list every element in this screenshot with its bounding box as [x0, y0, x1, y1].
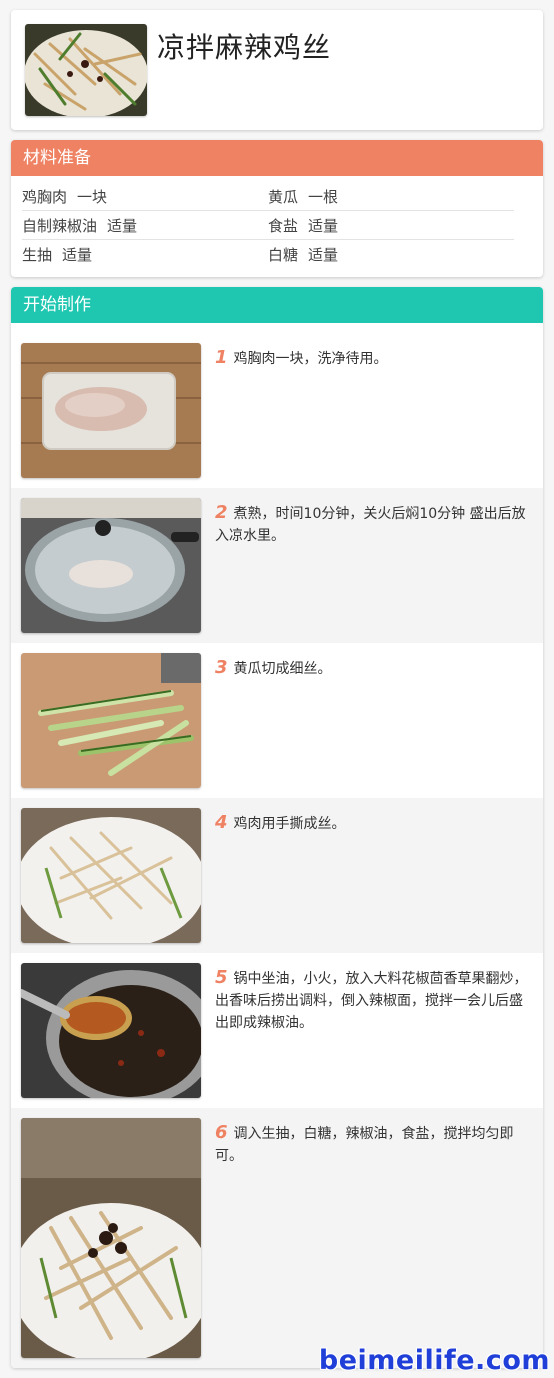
ingredient-amount: 适量 [107, 217, 138, 235]
chicken-breast-photo[interactable] [21, 343, 201, 478]
ingredient-item: 黄瓜 一根 [268, 184, 514, 213]
step-description: 鸡胸肉一块，洗净待用。 [233, 351, 388, 367]
ingredient-name: 鸡胸肉 [22, 188, 68, 206]
ingredient-item: 生抽 适量 [22, 242, 268, 271]
finished-dish-photo[interactable] [21, 1118, 201, 1358]
step-item: 1 鸡胸肉一块，洗净待用。 [11, 333, 543, 488]
ingredient-item: 鸡胸肉 一块 [22, 184, 278, 213]
ingredient-amount: 一块 [77, 188, 108, 206]
step-item: 2 煮熟，时间10分钟，关火后焖10分钟 盛出后放入凉水里。 [11, 488, 543, 643]
step-number: 5 [215, 967, 228, 988]
step-item: 6 调入生抽，白糖，辣椒油，食盐，搅拌均匀即可。 [11, 1108, 543, 1368]
step-item: 3 黄瓜切成细丝。 [11, 643, 543, 798]
step-text: 2 煮熟，时间10分钟，关火后焖10分钟 盛出后放入凉水里。 [215, 502, 529, 547]
ingredient-amount: 适量 [308, 217, 339, 235]
step-text: 6 调入生抽，白糖，辣椒油，食盐，搅拌均匀即可。 [215, 1122, 529, 1167]
step-description: 黄瓜切成细丝。 [233, 661, 332, 677]
chili-oil-photo[interactable] [21, 963, 201, 1098]
cucumber-photo[interactable] [21, 653, 201, 788]
step-description: 鸡肉用手撕成丝。 [233, 816, 346, 832]
ingredients-list: 鸡胸肉 一块 黄瓜 一根 自制辣椒油 适量 食盐 适量 生抽 适量 白糖 适量 [11, 176, 543, 271]
ingredients-card: 材料准备 鸡胸肉 一块 黄瓜 一根 自制辣椒油 适量 食盐 适量 生抽 适量 白糖 适量 [11, 140, 543, 277]
step-number: 3 [215, 657, 228, 678]
step-text: 4 鸡肉用手撕成丝。 [215, 812, 529, 835]
step-text: 3 黄瓜切成细丝。 [215, 657, 529, 680]
ingredient-name: 生抽 [22, 246, 53, 264]
steps-heading: 开始制作 [11, 287, 543, 323]
ingredient-item: 白糖 适量 [268, 242, 514, 271]
step-description: 煮熟，时间10分钟，关火后焖10分钟 盛出后放入凉水里。 [215, 506, 526, 544]
ingredients-heading: 材料准备 [11, 140, 543, 176]
step-description: 调入生抽，白糖，辣椒油，食盐，搅拌均匀即可。 [215, 1126, 514, 1164]
ingredient-amount: 适量 [308, 246, 339, 264]
ingredients-row: 生抽 适量 白糖 适量 [22, 242, 532, 271]
ingredients-row: 自制辣椒油 适量 食盐 适量 [22, 213, 532, 242]
step-item: 4 鸡肉用手撕成丝。 [11, 798, 543, 953]
recipe-header-card: 凉拌麻辣鸡丝 [11, 10, 543, 130]
step-number: 2 [215, 502, 228, 523]
step-text: 1 鸡胸肉一块，洗净待用。 [215, 347, 529, 370]
step-item: 5 锅中坐油，小火，放入大料花椒茴香草果翻炒，出香味后捞出调料，倒入辣椒面，搅拌一… [11, 953, 543, 1108]
steps-card: 开始制作 1 鸡胸肉一块，洗净待用。 2 煮熟，时间10分钟，关火后焖10分钟 … [11, 287, 543, 1368]
ingredient-item: 食盐 适量 [268, 213, 514, 242]
ingredient-name: 黄瓜 [268, 188, 299, 206]
recipe-thumbnail[interactable] [25, 24, 147, 116]
site-watermark: beimeilife.com [318, 1345, 550, 1376]
ingredient-item: 自制辣椒油 适量 [22, 213, 278, 242]
ingredient-name: 食盐 [268, 217, 299, 235]
pot-photo[interactable] [21, 498, 201, 633]
shredded-chicken-photo[interactable] [21, 808, 201, 943]
ingredient-name: 白糖 [268, 246, 299, 264]
recipe-title: 凉拌麻辣鸡丝 [157, 31, 332, 64]
ingredient-name: 自制辣椒油 [22, 217, 98, 235]
step-number: 6 [215, 1122, 228, 1143]
step-text: 5 锅中坐油，小火，放入大料花椒茴香草果翻炒，出香味后捞出调料，倒入辣椒面，搅拌一… [215, 967, 529, 1034]
ingredient-amount: 一根 [308, 188, 339, 206]
step-number: 4 [215, 812, 228, 833]
ingredients-row: 鸡胸肉 一块 黄瓜 一根 [22, 184, 532, 213]
step-description: 锅中坐油，小火，放入大料花椒茴香草果翻炒，出香味后捞出调料，倒入辣椒面，搅拌一会… [215, 971, 528, 1031]
ingredient-amount: 适量 [62, 246, 93, 264]
step-number: 1 [215, 347, 228, 368]
